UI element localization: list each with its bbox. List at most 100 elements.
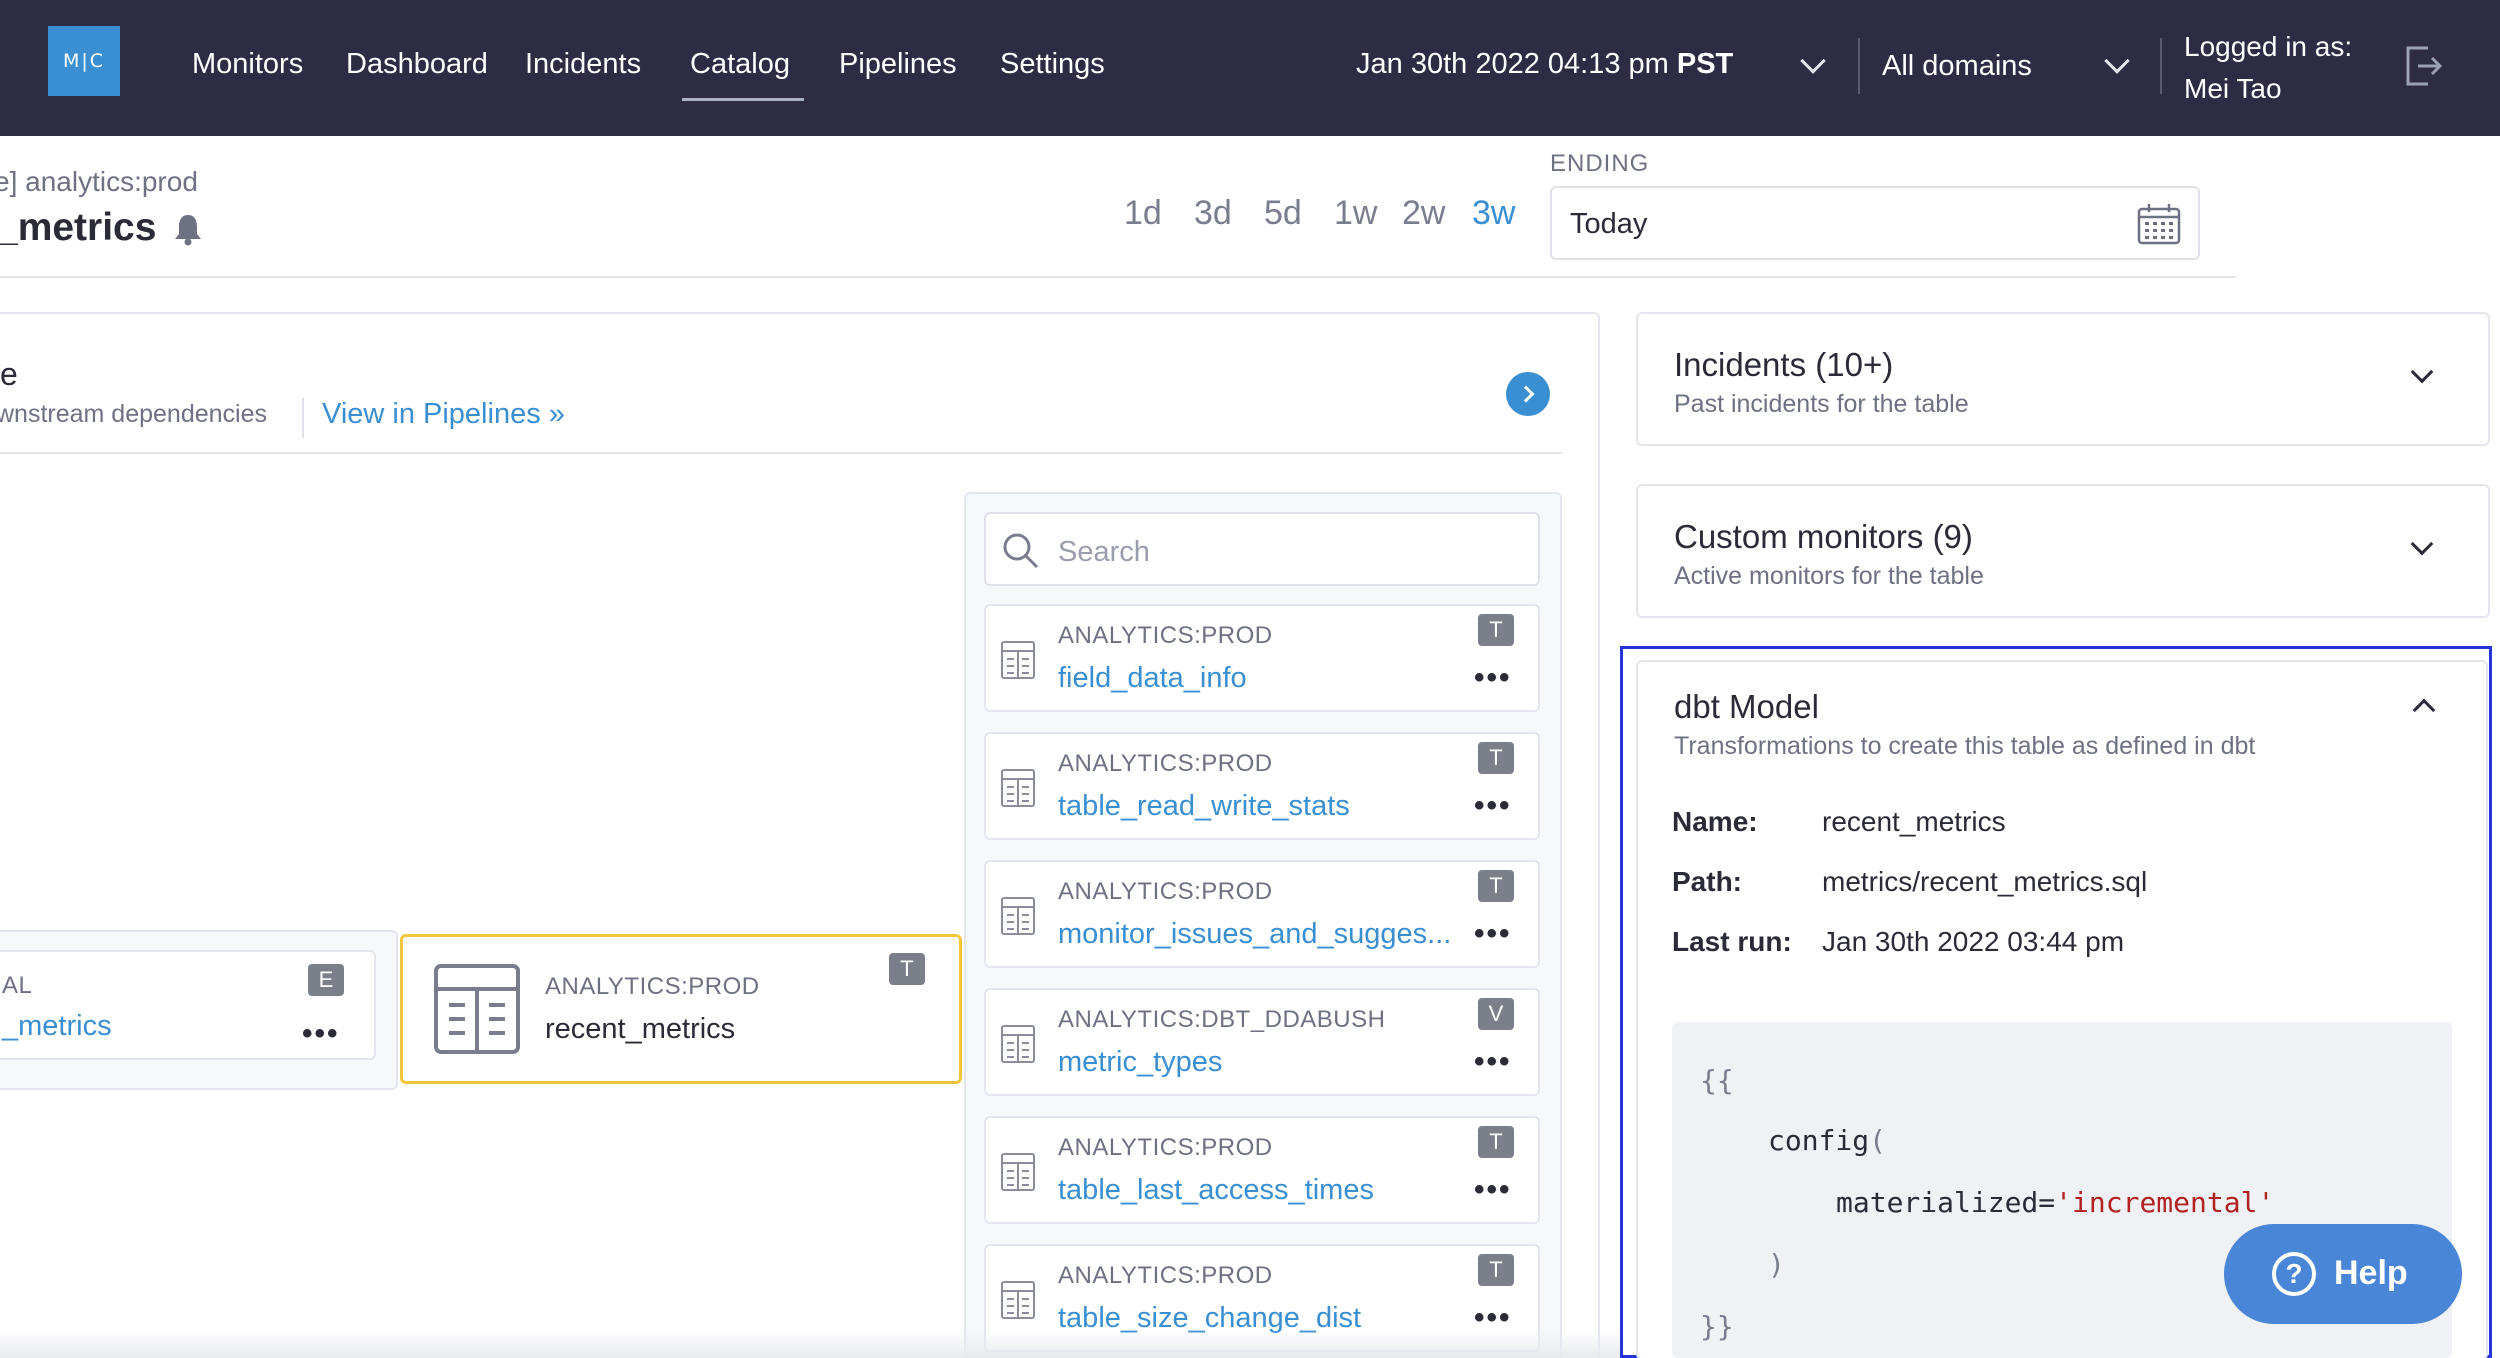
- nav-settings[interactable]: Settings: [1000, 48, 1105, 81]
- code-line: config(: [1768, 1124, 1886, 1157]
- table-icon: [1001, 769, 1035, 807]
- range-1d[interactable]: 1d: [1124, 194, 1162, 233]
- type-badge: T: [1478, 870, 1514, 902]
- downstream-node[interactable]: ANALYTICS:PROD monitor_issues_and_sugges…: [984, 860, 1540, 968]
- help-label: Help: [2334, 1254, 2408, 1292]
- node-name[interactable]: table_read_write_stats: [1058, 790, 1350, 823]
- incidents-card[interactable]: Incidents (10+) Past incidents for the t…: [1636, 312, 2490, 446]
- nav-dashboard[interactable]: Dashboard: [346, 48, 488, 81]
- table-header: e] analytics:prod _metrics 1d 3d 5d 1w 2…: [0, 136, 2236, 278]
- more-options-icon[interactable]: •••: [302, 1019, 340, 1049]
- node-schema: ANALYTICS:PROD: [1058, 622, 1273, 649]
- code-key: materialized=: [1836, 1186, 2056, 1219]
- top-nav: M|C Monitors Dashboard Incidents Catalog…: [0, 0, 2500, 136]
- help-button[interactable]: ? Help: [2224, 1224, 2462, 1324]
- search-input[interactable]: Search: [984, 512, 1540, 586]
- node-name[interactable]: _metrics: [2, 1010, 112, 1043]
- node-schema: ANALYTICS:PROD: [1058, 1262, 1273, 1289]
- card-title: Custom monitors (9): [1674, 518, 1973, 555]
- logout-icon[interactable]: [2404, 44, 2442, 88]
- calendar-icon[interactable]: [2136, 202, 2182, 246]
- code-paren: (: [1869, 1124, 1887, 1157]
- downstream-node[interactable]: ANALYTICS:PROD table_last_access_times T…: [984, 1116, 1540, 1224]
- card-subtitle: Past incidents for the table: [1674, 390, 1969, 418]
- user-info: Logged in as: Mei Tao: [2184, 26, 2352, 110]
- scroll-shadow: [0, 1330, 1620, 1358]
- dbt-last-run-value: Jan 30th 2022 03:44 pm: [1822, 926, 2125, 957]
- range-5d[interactable]: 5d: [1264, 194, 1302, 233]
- node-name[interactable]: field_data_info: [1058, 662, 1247, 695]
- range-3w[interactable]: 3w: [1472, 194, 1515, 233]
- lineage-subtitle: wnstream dependencies: [0, 400, 267, 428]
- view-in-pipelines-link[interactable]: View in Pipelines »: [322, 398, 565, 431]
- more-options-icon[interactable]: •••: [1474, 1303, 1512, 1333]
- breadcrumb[interactable]: e] analytics:prod: [0, 166, 198, 198]
- ending-label: ENDING: [1550, 150, 1650, 177]
- table-icon: [1001, 897, 1035, 935]
- more-options-icon[interactable]: •••: [1474, 1175, 1512, 1205]
- page-title: _metrics: [0, 206, 157, 249]
- nav-pipelines[interactable]: Pipelines: [839, 48, 957, 81]
- range-2w[interactable]: 2w: [1402, 194, 1445, 233]
- chevron-up-icon[interactable]: [2412, 698, 2436, 722]
- type-badge: T: [1478, 614, 1514, 646]
- bell-icon[interactable]: [172, 212, 204, 246]
- chevron-down-icon[interactable]: [2104, 48, 2130, 74]
- dbt-name-value: recent_metrics: [1822, 806, 2006, 837]
- table-icon: [1001, 1153, 1035, 1191]
- ending-date-value: Today: [1570, 208, 1648, 240]
- table-icon: [434, 964, 520, 1054]
- more-options-icon[interactable]: •••: [1474, 663, 1512, 693]
- node-schema: AL: [2, 972, 33, 999]
- node-name[interactable]: table_last_access_times: [1058, 1174, 1374, 1207]
- timezone: PST: [1676, 48, 1734, 80]
- code-line: ): [1768, 1248, 1785, 1281]
- chevron-down-icon[interactable]: [2410, 360, 2434, 384]
- chevron-down-icon[interactable]: [1800, 48, 1826, 74]
- code-string: 'incremental': [2055, 1186, 2275, 1219]
- range-3d[interactable]: 3d: [1194, 194, 1232, 233]
- custom-monitors-card[interactable]: Custom monitors (9) Active monitors for …: [1636, 484, 2490, 618]
- lineage-title: e: [0, 356, 18, 392]
- chevron-down-icon[interactable]: [2410, 532, 2434, 556]
- node-name[interactable]: metric_types: [1058, 1046, 1222, 1079]
- downstream-node[interactable]: ANALYTICS:PROD field_data_info T •••: [984, 604, 1540, 712]
- nav-active-underline: [682, 98, 804, 101]
- more-options-icon[interactable]: •••: [1474, 791, 1512, 821]
- help-icon: ?: [2272, 1252, 2316, 1296]
- table-icon: [1001, 641, 1035, 679]
- more-options-icon[interactable]: •••: [1474, 919, 1512, 949]
- node-name: recent_metrics: [545, 1013, 736, 1045]
- code-line: materialized='incremental': [1836, 1186, 2274, 1219]
- downstream-node[interactable]: ANALYTICS:DBT_DDABUSH metric_types V •••: [984, 988, 1540, 1096]
- nav-catalog[interactable]: Catalog: [690, 48, 790, 81]
- node-schema: ANALYTICS:PROD: [1058, 750, 1273, 777]
- monte-carlo-logo[interactable]: M|C: [48, 26, 120, 96]
- node-name[interactable]: monitor_issues_and_sugges...: [1058, 918, 1451, 951]
- code-line: }}: [1700, 1310, 1734, 1343]
- node-schema: ANALYTICS:PROD: [1058, 878, 1273, 905]
- card-title: dbt Model: [1674, 688, 1819, 725]
- range-1w[interactable]: 1w: [1334, 194, 1377, 233]
- type-badge: T: [889, 953, 925, 985]
- domain-select[interactable]: All domains: [1882, 50, 2032, 83]
- upstream-node[interactable]: AL _metrics E •••: [0, 950, 376, 1060]
- nav-monitors[interactable]: Monitors: [192, 48, 303, 81]
- nav-incidents[interactable]: Incidents: [525, 48, 641, 81]
- datetime-picker[interactable]: Jan 30th 2022 04:13 pm PST: [1356, 48, 1733, 81]
- downstream-node[interactable]: ANALYTICS:PROD table_read_write_stats T …: [984, 732, 1540, 840]
- card-subtitle: Active monitors for the table: [1674, 562, 1984, 590]
- datetime-value: Jan 30th 2022 04:13 pm: [1356, 48, 1669, 80]
- table-icon: [1001, 1025, 1035, 1063]
- search-placeholder: Search: [1058, 536, 1150, 568]
- ending-date-field[interactable]: Today: [1550, 186, 2200, 260]
- expand-lineage-button[interactable]: [1506, 372, 1550, 416]
- dbt-path-value: metrics/recent_metrics.sql: [1822, 866, 2148, 897]
- node-schema: ANALYTICS:DBT_DDABUSH: [1058, 1006, 1386, 1033]
- code-line: {{: [1700, 1064, 1734, 1097]
- dbt-name-label: Name:: [1672, 806, 1758, 837]
- type-badge: T: [1478, 1254, 1514, 1286]
- node-schema: ANALYTICS:PROD: [1058, 1134, 1273, 1161]
- selected-table-node[interactable]: ANALYTICS:PROD recent_metrics T: [400, 934, 962, 1084]
- more-options-icon[interactable]: •••: [1474, 1047, 1512, 1077]
